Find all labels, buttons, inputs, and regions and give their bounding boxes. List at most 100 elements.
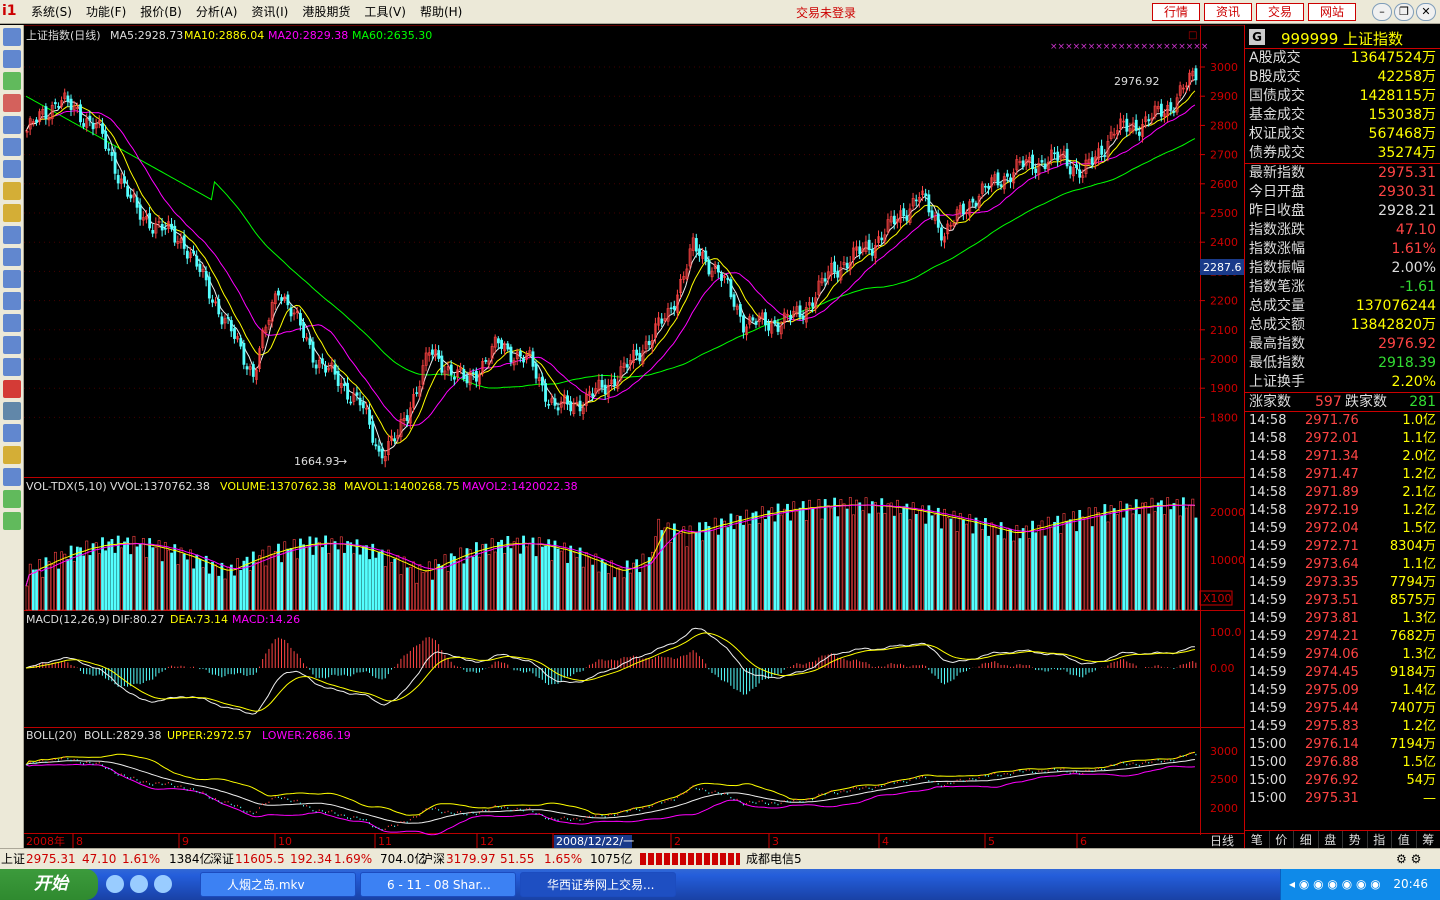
- volume-bar: [911, 502, 915, 611]
- panel-tab[interactable]: 值: [1392, 831, 1417, 848]
- toolbar-tool-icon[interactable]: [3, 314, 21, 332]
- tab-website[interactable]: 网站: [1308, 3, 1356, 21]
- menu-quote[interactable]: 报价(B): [133, 4, 189, 20]
- date-axis-label: 9: [182, 835, 189, 848]
- toolbar-tool-icon[interactable]: [3, 270, 21, 288]
- menu-hk-futures[interactable]: 港股期货: [295, 4, 357, 20]
- volume-bar: [60, 551, 64, 611]
- toolbar-tool-icon[interactable]: [3, 248, 21, 266]
- candle-body: [280, 297, 284, 301]
- menu-function[interactable]: 功能(F): [79, 4, 133, 20]
- chart-area[interactable]: 上证指数(日线) MA5:2928.73 MA10:2886.04 MA20:2…: [22, 24, 1245, 848]
- tray-icons[interactable]: ◂ ◉ ◉ ◉ ◉ ◉ ◉: [1289, 869, 1381, 900]
- g-icon[interactable]: G: [1249, 29, 1265, 45]
- menu-tools[interactable]: 工具(V): [357, 4, 413, 20]
- tick-price: 2973.64: [1305, 557, 1359, 572]
- menu-analysis[interactable]: 分析(A): [189, 4, 245, 20]
- close-icon[interactable]: ✕: [1416, 3, 1436, 21]
- quicklaunch-icon-1[interactable]: [106, 875, 124, 893]
- minimize-icon[interactable]: –: [1372, 3, 1392, 21]
- tick-time: 14:59: [1249, 575, 1287, 590]
- toolbar-tool-icon[interactable]: [3, 204, 21, 222]
- toolbar-tool-icon[interactable]: [3, 72, 21, 90]
- candle-body: [324, 365, 327, 373]
- menu-info[interactable]: 资讯(I): [244, 4, 295, 20]
- volume-bar: [767, 510, 771, 611]
- task-trading-app[interactable]: 华西证券网上交易...: [520, 872, 676, 897]
- panel-tab[interactable]: 筹: [1417, 831, 1440, 848]
- volume-bar: [927, 505, 931, 611]
- volume-bar: [1156, 502, 1160, 611]
- toolbar-tool-icon[interactable]: [3, 226, 21, 244]
- volume-bar: [255, 561, 258, 611]
- candle-body: [638, 352, 642, 362]
- volume-bar: [804, 520, 808, 611]
- turnover-label: 债券成交: [1249, 145, 1305, 161]
- panel-tab[interactable]: 盘: [1319, 831, 1343, 848]
- toolbar-tool-icon[interactable]: [3, 380, 21, 398]
- volume-bar: [173, 544, 177, 611]
- panel-tab[interactable]: 势: [1343, 831, 1368, 848]
- date-axis-label: 2: [674, 835, 681, 848]
- period-label[interactable]: 日线: [1210, 834, 1234, 848]
- macd-axis-100: 100.0: [1210, 626, 1242, 639]
- toolbar-tool-icon[interactable]: [3, 182, 21, 200]
- toolbar-tool-icon[interactable]: [3, 116, 21, 134]
- toolbar-tool-icon[interactable]: [3, 512, 21, 530]
- media-icon[interactable]: [154, 875, 172, 893]
- restore-icon[interactable]: ❐: [1394, 3, 1414, 21]
- turnover-value: 153038万: [1368, 107, 1436, 123]
- toolbar-tool-icon[interactable]: [3, 490, 21, 508]
- toolbar-tool-icon[interactable]: [3, 160, 21, 178]
- low-arrow-icon: →: [338, 455, 347, 468]
- start-button[interactable]: 开始: [0, 869, 98, 900]
- stat-value: 2930.31: [1378, 184, 1436, 200]
- volume-bar: [584, 552, 588, 611]
- ie-icon[interactable]: [130, 875, 148, 893]
- toolbar-tool-icon[interactable]: [3, 446, 21, 464]
- network-icon[interactable]: ⚙ ⚙: [1396, 849, 1421, 869]
- volume-bar: [1015, 524, 1019, 611]
- tab-trade[interactable]: 交易: [1256, 3, 1304, 21]
- toolbar-tool-icon[interactable]: [3, 138, 21, 156]
- kline-chart[interactable]: 上证指数(日线) MA5:2928.73 MA10:2886.04 MA20:2…: [22, 24, 1245, 848]
- tick-price: 2971.76: [1305, 413, 1359, 428]
- toolbar-tool-icon[interactable]: [3, 94, 21, 112]
- candle-body: [833, 261, 837, 273]
- menu-system[interactable]: 系统(S): [24, 4, 79, 20]
- candle-body: [204, 271, 208, 281]
- volume-bar: [770, 507, 774, 611]
- volume-bar: [1040, 520, 1044, 611]
- toolbar-tool-icon[interactable]: [3, 50, 21, 68]
- candle-body: [541, 376, 544, 386]
- tab-news[interactable]: 资讯: [1204, 3, 1252, 21]
- volume-bar: [503, 552, 507, 611]
- panel-tab[interactable]: 价: [1270, 831, 1294, 848]
- candle-body: [440, 355, 444, 373]
- volume-bar: [606, 573, 610, 611]
- expand-icon[interactable]: □: [1188, 30, 1197, 41]
- candle-body: [867, 239, 871, 250]
- toolbar-tool-icon[interactable]: [3, 292, 21, 310]
- toolbar-tool-icon[interactable]: [3, 358, 21, 376]
- panel-tab[interactable]: 笔: [1245, 831, 1270, 848]
- volume-bar: [333, 541, 337, 611]
- toolbar-tool-icon[interactable]: [3, 28, 21, 46]
- volume-bar: [154, 547, 158, 611]
- panel-tab[interactable]: 指: [1368, 831, 1392, 848]
- candle-body: [672, 305, 676, 310]
- toolbar-tool-icon[interactable]: [3, 468, 21, 486]
- toolbar-tool-icon[interactable]: [3, 402, 21, 420]
- tab-quotes[interactable]: 行情: [1152, 3, 1200, 21]
- candle-body: [368, 409, 371, 425]
- tick-volume: 7794万: [1389, 575, 1436, 590]
- toolbar-tool-icon[interactable]: [3, 336, 21, 354]
- task-browser[interactable]: 6 - 11 - 08 Shar...: [360, 872, 516, 897]
- volume-bar: [176, 564, 180, 611]
- panel-tab[interactable]: 细: [1294, 831, 1319, 848]
- toolbar-tool-icon[interactable]: [3, 424, 21, 442]
- candle-body: [1053, 152, 1056, 155]
- menu-help[interactable]: 帮助(H): [413, 4, 469, 20]
- candle-body: [974, 202, 978, 207]
- task-video[interactable]: 人烟之岛.mkv: [200, 872, 356, 897]
